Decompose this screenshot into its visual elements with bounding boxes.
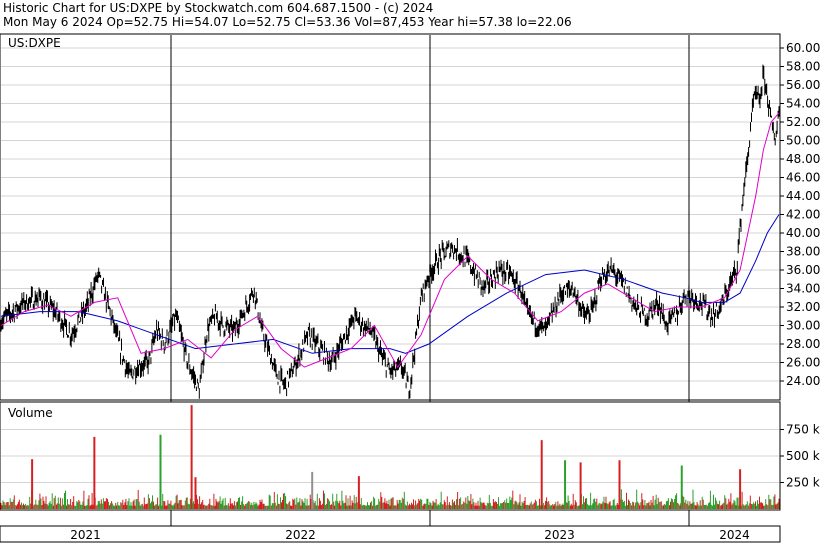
price-tick-label: 30.00: [786, 319, 820, 333]
volume-tick-label: 250 k: [786, 476, 820, 490]
price-panel-title: US:DXPE: [8, 36, 61, 50]
price-tick-label: 50.00: [786, 134, 820, 148]
price-tick-label: 46.00: [786, 171, 820, 185]
volume-tick-label: 500 k: [786, 449, 820, 463]
year-label: 2021: [70, 528, 101, 542]
stock-chart: 60.00 58.00 56.00 54.00 52.00 50.00 48.00 46.00…: [0, 33, 820, 543]
x-axis-frame: [0, 525, 781, 543]
price-tick-label: 26.00: [786, 356, 820, 370]
price-tick-label: 54.00: [786, 97, 820, 111]
price-tick-label: 60.00: [786, 41, 820, 55]
price-tick-label: 58.00: [786, 60, 820, 74]
price-tick-label: 52.00: [786, 115, 820, 129]
price-tick-label: 48.00: [786, 152, 820, 166]
volume-axis: 750 k 500 k 250 k: [780, 423, 820, 490]
year-label: 2023: [544, 528, 575, 542]
x-axis: 2021 2022 2023 2024: [0, 525, 781, 543]
price-tick-label: 28.00: [786, 337, 820, 351]
price-tick-label: 34.00: [786, 282, 820, 296]
volume-panel: 750 k 500 k 250 k Volume: [0, 401, 820, 511]
price-frame: [0, 33, 781, 401]
price-tick-label: 32.00: [786, 300, 820, 314]
price-tick-label: 56.00: [786, 78, 820, 92]
price-axis: 60.00 58.00 56.00 54.00 52.00 50.00 48.00 46.00…: [780, 41, 820, 388]
price-tick-label: 24.00: [786, 374, 820, 388]
price-tick-label: 42.00: [786, 208, 820, 222]
price-tick-label: 38.00: [786, 245, 820, 259]
volume-panel-title: Volume: [8, 406, 53, 420]
price-tick-label: 40.00: [786, 226, 820, 240]
year-label: 2024: [719, 528, 750, 542]
year-label: 2022: [285, 528, 316, 542]
volume-tick-label: 750 k: [786, 423, 820, 437]
price-tick-label: 44.00: [786, 189, 820, 203]
price-tick-label: 36.00: [786, 263, 820, 277]
